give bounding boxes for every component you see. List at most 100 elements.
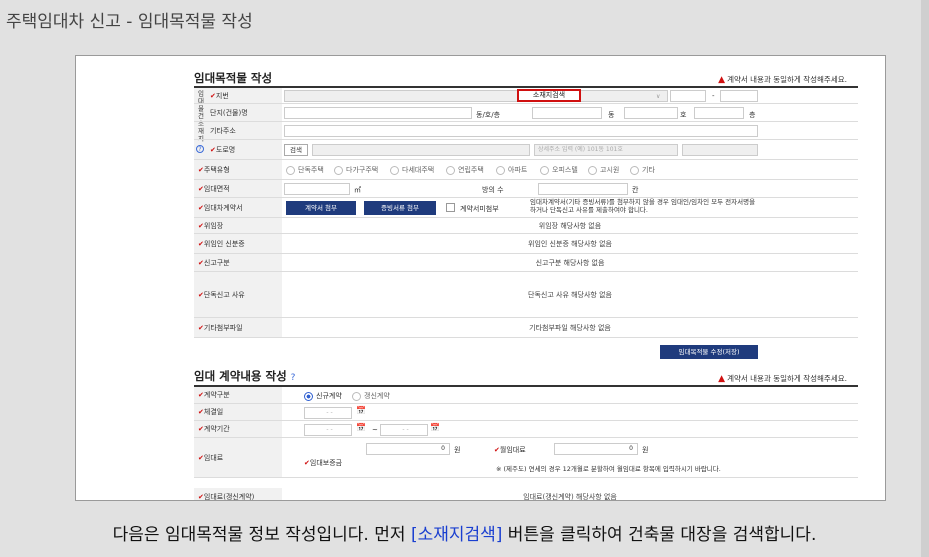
attach-evidence-button[interactable]: 증빙서류 첨부 xyxy=(364,201,436,215)
label-contract: ✔ 임대차계약서 xyxy=(194,198,282,217)
ho-input[interactable] xyxy=(624,107,678,119)
chevron-down-icon: ∨ xyxy=(656,93,661,100)
label-contract-type-text: 계약구분 xyxy=(203,391,230,399)
location-search-button[interactable]: 소재지검색 xyxy=(517,89,581,102)
complex-name-input[interactable] xyxy=(284,107,472,119)
label-road: ✔ 도로명 xyxy=(206,140,282,159)
monthly-won: 원 xyxy=(642,446,649,454)
section2-warning-text: 계약서 내용과 동일하게 작성해주세요. xyxy=(727,374,847,383)
deposit-input[interactable]: 0 xyxy=(366,443,450,455)
other-address-input[interactable] xyxy=(284,125,758,137)
label-delegate-id: ✔ 위임인 신분증 xyxy=(194,234,282,253)
label-rent-renewal: ✔ 임대료(갱신계약) xyxy=(194,488,282,501)
radio-renewal-contract-label: 갱신계약 xyxy=(364,392,390,400)
form-frame: 임대목적물 작성 ▲ 계약서 내용과 동일하게 작성해주세요. 임대물건소재지? … xyxy=(75,55,886,501)
label-sign-date-text: 체결일 xyxy=(203,408,224,416)
label-rent-text: 임대료 xyxy=(203,453,224,462)
calendar-icon[interactable]: 📅 xyxy=(356,406,366,415)
radio-house-6-label: 고시원 xyxy=(600,166,620,174)
radio-house-0-label: 단독주택 xyxy=(298,166,324,174)
label-other-attach: ✔ 기타첨부파일 xyxy=(194,318,282,337)
label-rent: ✔ 임대료 xyxy=(194,438,282,477)
instruction-caption: 다음은 임대목적물 정보 작성입니다. 먼저 [소재지검색] 버튼을 클릭하여 … xyxy=(0,520,929,545)
caption-before: 다음은 임대목적물 정보 작성입니다. 먼저 xyxy=(112,525,411,545)
delegate-id-value: 위임인 신분증 해당사항 없음 xyxy=(528,239,612,248)
page-title: 주택임대차 신고 - 임대목적물 작성 xyxy=(6,12,253,32)
road-search-button[interactable]: 검색 xyxy=(284,144,308,156)
label-delegate-id-text: 위임인 신분증 xyxy=(203,239,245,248)
label-single-reason-text: 단독신고 사유 xyxy=(203,290,245,299)
single-reason-value: 단독신고 사유 해당사항 없음 xyxy=(528,290,612,299)
row-rent-renewal: ✔ 임대료(갱신계약) 임대료(갱신계약) 해당사항 없음 xyxy=(194,488,858,501)
label-delegation-text: 위임장 xyxy=(203,221,224,230)
section2-title-text: 임대 계약내용 작성 xyxy=(194,369,287,383)
jeonse-note: ※ (제주도) 연세의 경우 12개월로 분할하여 월임대료 항목에 입력하시기… xyxy=(496,465,721,473)
label-period-text: 계약기간 xyxy=(203,425,230,433)
calendar-icon[interactable]: 📅 xyxy=(430,423,440,432)
section2-warning: ▲ 계약서 내용과 동일하게 작성해주세요. xyxy=(718,373,847,384)
period-tilde: ~ xyxy=(372,426,378,434)
radio-house-4[interactable]: 아파트 xyxy=(496,165,527,175)
label-period: ✔ 계약기간 xyxy=(194,421,282,437)
row-delegation: ✔ 위임장 위임장 해당사항 없음 xyxy=(194,218,858,234)
period-end-input[interactable]: - - xyxy=(380,424,428,436)
room-count-label: 방의 수 xyxy=(482,186,504,194)
warning-icon: ▲ xyxy=(718,374,726,384)
sign-date-input[interactable]: - - xyxy=(304,407,352,419)
deposit-won: 원 xyxy=(454,446,461,454)
jibun-main-input[interactable] xyxy=(670,90,706,102)
unit-ho: 호 xyxy=(680,111,687,119)
radio-renewal-contract[interactable]: 갱신계약 xyxy=(352,391,390,401)
radio-house-6[interactable]: 고시원 xyxy=(588,165,619,175)
no-contract-checkbox[interactable] xyxy=(446,203,455,212)
radio-house-5[interactable]: 오피스텔 xyxy=(540,165,578,175)
save-location-button[interactable]: 임대목적물 수정(저장) xyxy=(660,345,758,359)
delegation-value: 위임장 해당사항 없음 xyxy=(538,221,602,230)
room-count-input[interactable] xyxy=(538,183,628,195)
row-contract-type: ✔ 계약구분 xyxy=(194,387,858,404)
label-other-address-text: 기타주소 xyxy=(210,126,236,135)
label-rent-renewal-text: 임대료(갱신계약) xyxy=(203,493,255,501)
detail-address-input[interactable]: 상세주소 입력 (예) 101동 101호 xyxy=(534,144,678,156)
area-input[interactable] xyxy=(284,183,350,195)
no-contract-label: 계약서미첨부 xyxy=(460,205,499,213)
area-unit: ㎡ xyxy=(354,186,361,194)
monthly-input[interactable]: 0 xyxy=(554,443,638,455)
jibun-sub-input[interactable] xyxy=(720,90,758,102)
radio-new-contract[interactable]: 신규계약 xyxy=(304,391,342,401)
radio-house-7[interactable]: 기타 xyxy=(630,165,655,175)
jibun-dash: - xyxy=(712,92,715,100)
jibun-input[interactable] xyxy=(284,90,668,102)
label-area-text: 임대면적 xyxy=(203,184,230,193)
section1-warning: ▲ 계약서 내용과 동일하게 작성해주세요. xyxy=(718,74,847,85)
road-extra-input[interactable] xyxy=(682,144,758,156)
attach-contract-button[interactable]: 계약서 첨부 xyxy=(286,201,356,215)
caption-highlight: [소재지검색] xyxy=(410,525,503,545)
label-road-text: 도로명 xyxy=(215,145,236,154)
label-area: ✔ 임대면적 xyxy=(194,180,282,197)
caption-after: 버튼을 클릭하여 건축물 대장을 검색합니다. xyxy=(502,525,817,545)
radio-house-3[interactable]: 연립주택 xyxy=(446,165,484,175)
row-sign-date: ✔ 체결일 xyxy=(194,404,858,421)
row-single-reason: ✔ 단독신고 사유 단독신고 사유 해당사항 없음 xyxy=(194,272,858,318)
label-jibun-text: 지번 xyxy=(215,91,229,100)
label-contract-type: ✔ 계약구분 xyxy=(194,387,282,403)
radio-house-2[interactable]: 다세대주택 xyxy=(390,165,434,175)
dong-ho-label: 동/호/층 xyxy=(476,111,501,119)
row-other-attach: ✔ 기타첨부파일 기타첨부파일 해당사항 없음 xyxy=(194,318,858,338)
radio-house-0[interactable]: 단독주택 xyxy=(286,165,324,175)
label-delegation: ✔ 위임장 xyxy=(194,218,282,233)
section2-title: 임대 계약내용 작성 ? xyxy=(194,368,295,384)
period-start-input[interactable]: - - xyxy=(304,424,352,436)
help-icon[interactable]: ? xyxy=(291,373,296,383)
calendar-icon[interactable]: 📅 xyxy=(356,423,366,432)
scrollbar[interactable] xyxy=(921,0,929,557)
road-address-input[interactable] xyxy=(312,144,530,156)
unit-floor: 층 xyxy=(749,111,756,119)
radio-house-1[interactable]: 다가구주택 xyxy=(334,165,378,175)
other-attach-value: 기타첨부파일 해당사항 없음 xyxy=(529,323,611,332)
monthly-label: ✔월임대료 xyxy=(494,446,526,454)
warning-icon: ▲ xyxy=(718,75,726,85)
dong-input[interactable] xyxy=(532,107,602,119)
floor-input[interactable] xyxy=(694,107,744,119)
